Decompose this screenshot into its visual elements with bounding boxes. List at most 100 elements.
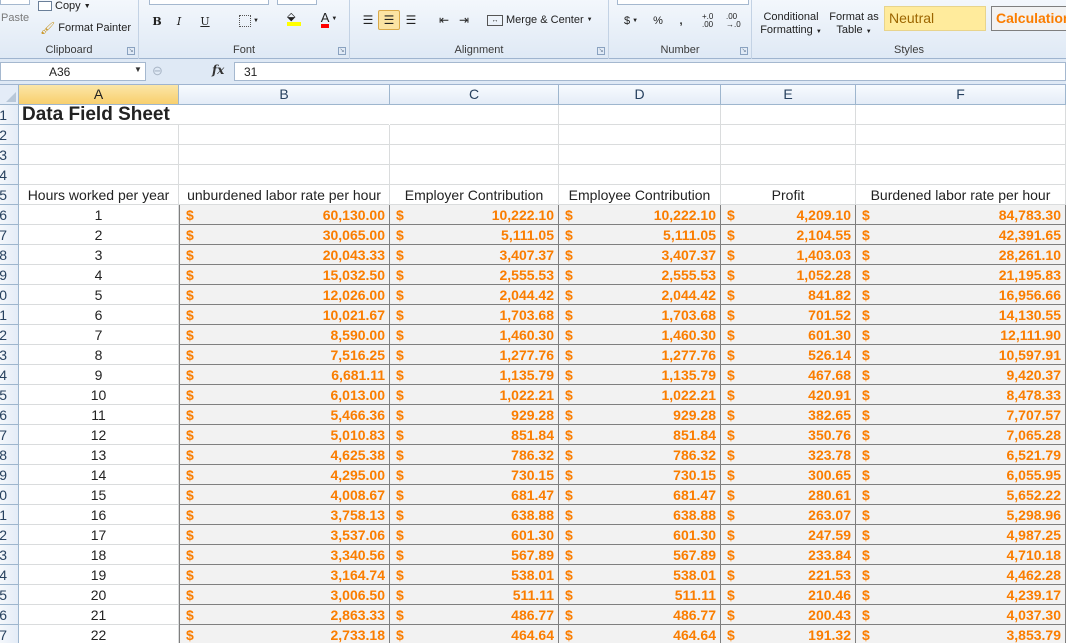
row-header[interactable]: 9 <box>0 265 19 285</box>
bold-button[interactable]: B <box>148 11 166 31</box>
money-cell[interactable]: $3,758.13 <box>179 505 390 525</box>
row-header[interactable]: 24 <box>0 565 19 585</box>
column-label-cell[interactable]: unburdened labor rate per hour <box>179 185 390 205</box>
column-header-a[interactable]: A <box>19 85 179 105</box>
money-cell[interactable]: $8,590.00 <box>179 325 390 345</box>
money-cell[interactable]: $1,460.30 <box>390 325 559 345</box>
hours-cell[interactable]: 1 <box>19 205 179 225</box>
cell[interactable] <box>390 125 559 145</box>
hours-cell[interactable]: 4 <box>19 265 179 285</box>
number-launcher-icon[interactable]: ↘ <box>740 47 748 55</box>
hours-cell[interactable]: 11 <box>19 405 179 425</box>
money-cell[interactable]: $12,026.00 <box>179 285 390 305</box>
hours-cell[interactable]: 12 <box>19 425 179 445</box>
font-color-button[interactable]: A ▼ <box>314 9 344 29</box>
align-center-button[interactable]: ☰ <box>378 10 400 30</box>
font-launcher-icon[interactable]: ↘ <box>338 47 346 55</box>
column-label-cell[interactable]: Burdened labor rate per hour <box>856 185 1066 205</box>
money-cell[interactable]: $9,420.37 <box>856 365 1066 385</box>
hours-cell[interactable]: 15 <box>19 485 179 505</box>
money-cell[interactable]: $60,130.00 <box>179 205 390 225</box>
cell[interactable] <box>559 165 721 185</box>
money-cell[interactable]: $1,703.68 <box>559 305 721 325</box>
hours-cell[interactable]: 6 <box>19 305 179 325</box>
merge-center-button[interactable]: ↔ Merge & Center ▼ <box>487 14 593 26</box>
cell[interactable] <box>856 145 1066 165</box>
money-cell[interactable]: $7,707.57 <box>856 405 1066 425</box>
cell[interactable] <box>559 105 721 125</box>
money-cell[interactable]: $2,104.55 <box>721 225 856 245</box>
money-cell[interactable]: $4,625.38 <box>179 445 390 465</box>
cell[interactable] <box>390 145 559 165</box>
money-cell[interactable]: $10,222.10 <box>559 205 721 225</box>
money-cell[interactable]: $12,111.90 <box>856 325 1066 345</box>
money-cell[interactable]: $200.43 <box>721 605 856 625</box>
money-cell[interactable]: $10,222.10 <box>390 205 559 225</box>
money-cell[interactable]: $4,037.30 <box>856 605 1066 625</box>
copy-button[interactable]: Copy ▼ <box>38 0 91 12</box>
money-cell[interactable]: $10,597.91 <box>856 345 1066 365</box>
money-cell[interactable]: $3,853.79 <box>856 625 1066 643</box>
money-cell[interactable]: $191.32 <box>721 625 856 643</box>
cell[interactable] <box>179 125 390 145</box>
money-cell[interactable]: $42,391.65 <box>856 225 1066 245</box>
row-header[interactable]: 15 <box>0 385 19 405</box>
align-right-button[interactable]: ☰ <box>401 10 421 30</box>
row-header[interactable]: 17 <box>0 425 19 445</box>
money-cell[interactable]: $786.32 <box>559 445 721 465</box>
row-header[interactable]: 8 <box>0 245 19 265</box>
column-label-cell[interactable]: Profit <box>721 185 856 205</box>
hours-cell[interactable]: 16 <box>19 505 179 525</box>
conditional-formatting-button[interactable]: Conditional Formatting ▼ <box>758 11 824 39</box>
row-header[interactable]: 2 <box>0 125 19 145</box>
money-cell[interactable]: $786.32 <box>390 445 559 465</box>
row-header[interactable]: 16 <box>0 405 19 425</box>
row-header[interactable]: 21 <box>0 505 19 525</box>
money-cell[interactable]: $567.89 <box>559 545 721 565</box>
insert-function-icon[interactable]: fx <box>212 63 224 77</box>
money-cell[interactable]: $730.15 <box>390 465 559 485</box>
row-header[interactable]: 19 <box>0 465 19 485</box>
cell[interactable] <box>856 125 1066 145</box>
row-header[interactable]: 18 <box>0 445 19 465</box>
row-header[interactable]: 20 <box>0 485 19 505</box>
money-cell[interactable]: $84,783.30 <box>856 205 1066 225</box>
hours-cell[interactable]: 14 <box>19 465 179 485</box>
money-cell[interactable]: $5,466.36 <box>179 405 390 425</box>
increase-indent-button[interactable]: ⇥ <box>454 10 474 30</box>
money-cell[interactable]: $486.77 <box>559 605 721 625</box>
row-header[interactable]: 27 <box>0 625 19 643</box>
cell[interactable] <box>721 165 856 185</box>
money-cell[interactable]: $28,261.10 <box>856 245 1066 265</box>
money-cell[interactable]: $20,043.33 <box>179 245 390 265</box>
column-label-cell[interactable]: Employee Contribution <box>559 185 721 205</box>
column-label-cell[interactable]: Hours worked per year <box>19 185 179 205</box>
money-cell[interactable]: $511.11 <box>390 585 559 605</box>
cell[interactable] <box>19 145 179 165</box>
money-cell[interactable]: $1,135.79 <box>390 365 559 385</box>
money-cell[interactable]: $3,537.06 <box>179 525 390 545</box>
money-cell[interactable]: $486.77 <box>390 605 559 625</box>
money-cell[interactable]: $464.64 <box>390 625 559 643</box>
cell[interactable] <box>721 145 856 165</box>
money-cell[interactable]: $1,277.76 <box>390 345 559 365</box>
money-cell[interactable]: $10,021.67 <box>179 305 390 325</box>
style-calculation[interactable]: Calculation <box>991 6 1066 31</box>
money-cell[interactable]: $5,010.83 <box>179 425 390 445</box>
money-cell[interactable]: $526.14 <box>721 345 856 365</box>
row-header[interactable]: 10 <box>0 285 19 305</box>
increase-decimal-button[interactable]: +.0 .00 <box>701 11 723 31</box>
money-cell[interactable]: $4,239.17 <box>856 585 1066 605</box>
hours-cell[interactable]: 22 <box>19 625 179 643</box>
row-header[interactable]: 1 <box>0 105 19 125</box>
money-cell[interactable]: $1,052.28 <box>721 265 856 285</box>
row-header[interactable]: 25 <box>0 585 19 605</box>
money-cell[interactable]: $601.30 <box>559 525 721 545</box>
column-header-d[interactable]: D <box>559 85 721 105</box>
money-cell[interactable]: $221.53 <box>721 565 856 585</box>
money-cell[interactable]: $300.65 <box>721 465 856 485</box>
money-cell[interactable]: $21,195.83 <box>856 265 1066 285</box>
money-cell[interactable]: $263.07 <box>721 505 856 525</box>
money-cell[interactable]: $638.88 <box>390 505 559 525</box>
percent-button[interactable]: % <box>649 11 667 31</box>
